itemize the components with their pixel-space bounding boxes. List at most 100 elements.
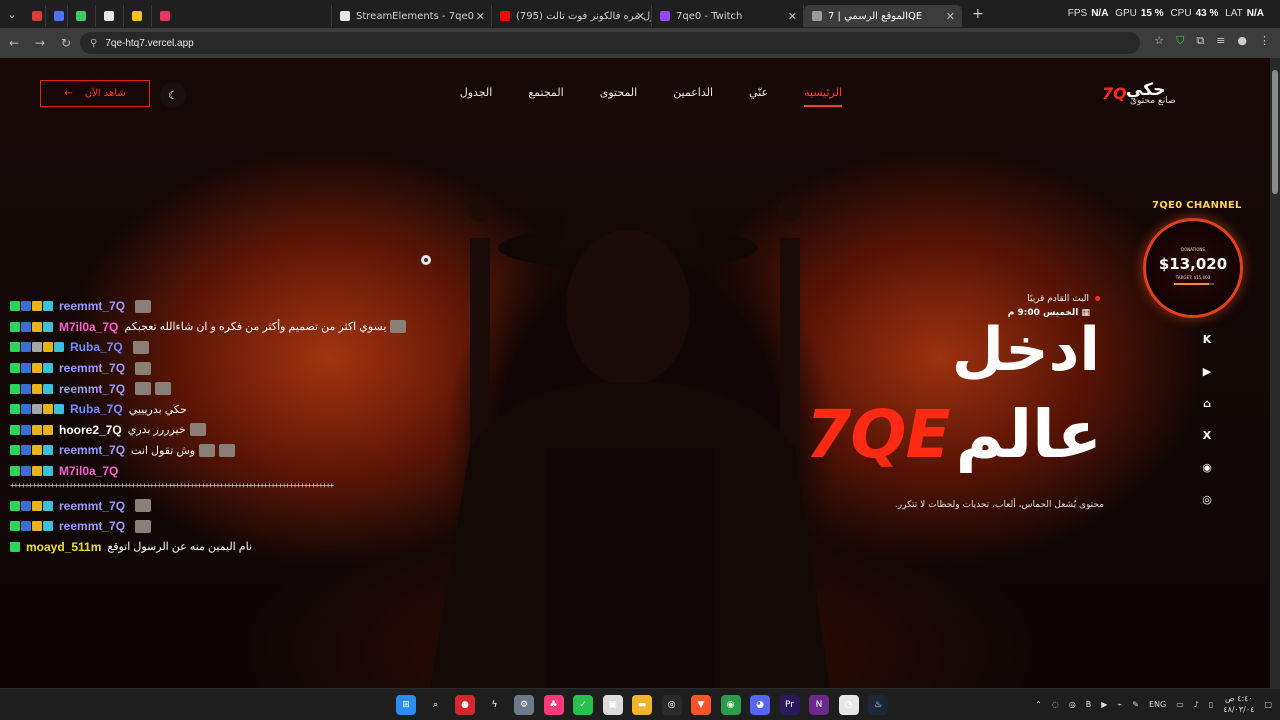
tab-close-icon[interactable]: ✕ bbox=[476, 10, 485, 23]
chat-badge-icon bbox=[43, 445, 53, 456]
brave-icon[interactable]: ▼ bbox=[691, 695, 711, 715]
tab-close-icon[interactable]: ✕ bbox=[788, 10, 797, 23]
chat-message: reemmt_7Q bbox=[10, 358, 430, 379]
nav-link[interactable]: المحتوى bbox=[600, 86, 637, 107]
chat-emote-icon bbox=[390, 320, 407, 334]
tray-app-icon[interactable]: ◌ bbox=[1052, 700, 1059, 709]
extensions-icon[interactable]: ⧉ bbox=[1196, 34, 1204, 48]
tab-favicon-icon bbox=[132, 11, 142, 21]
chat-badge-icon bbox=[43, 404, 53, 415]
youtube-icon[interactable]: ▶ bbox=[1198, 362, 1216, 380]
obs-icon[interactable]: ◎ bbox=[661, 695, 682, 715]
site-info-icon[interactable]: ⚲ bbox=[90, 38, 97, 49]
app-pink-icon[interactable]: ♣ bbox=[543, 695, 564, 715]
tray-play-icon[interactable]: ▶ bbox=[1101, 700, 1107, 709]
bookmark-star-icon[interactable]: ☆ bbox=[1154, 34, 1164, 48]
nav-link[interactable]: عنّي bbox=[749, 86, 768, 107]
instagram-icon[interactable]: ◎ bbox=[1198, 490, 1216, 508]
app-red-icon[interactable]: ● bbox=[455, 695, 475, 715]
nav-link[interactable]: الداعمين bbox=[673, 86, 713, 107]
browser-tab[interactable]: الموقع الرسمي | 7QE ✕ bbox=[804, 5, 962, 27]
hero-figure-image bbox=[430, 169, 830, 688]
app-circle-icon[interactable]: ◔ bbox=[838, 695, 859, 715]
reload-icon[interactable]: ↻ bbox=[54, 36, 78, 50]
chat-badge-icon bbox=[21, 363, 31, 374]
browser-tab[interactable] bbox=[68, 5, 96, 27]
chat-badge-icon bbox=[10, 500, 20, 511]
steam-icon[interactable]: ♨ bbox=[868, 695, 888, 715]
chat-badge-icon bbox=[32, 500, 42, 511]
language-indicator[interactable]: ENG bbox=[1149, 700, 1166, 709]
profile-avatar[interactable]: ● bbox=[1237, 34, 1247, 48]
kick-icon[interactable]: K bbox=[1198, 330, 1216, 348]
tray-app-icon-2[interactable]: ◎ bbox=[1069, 700, 1076, 709]
tab-search-icon[interactable]: ⌄ bbox=[0, 4, 24, 24]
clock[interactable]: ٤:٤٠ ص ٤٨/٠٣/٠٤ bbox=[1223, 693, 1254, 715]
browser-tab[interactable] bbox=[24, 5, 46, 27]
hero-word: عالم bbox=[955, 396, 1102, 473]
chat-badge-icon bbox=[43, 342, 53, 353]
discord-icon[interactable]: ◕ bbox=[750, 695, 770, 715]
tab-close-icon[interactable]: ✕ bbox=[636, 10, 645, 23]
chat-username: reemmt_7Q bbox=[59, 381, 126, 396]
chat-text: نام اليمين منه عن الرسول اتوقع bbox=[107, 541, 253, 554]
browser-tab[interactable]: StreamElements - 7qe0 ✕ bbox=[332, 5, 492, 27]
nav-link[interactable]: الرئيسية bbox=[804, 86, 842, 107]
browser-tab[interactable] bbox=[152, 5, 332, 27]
tray-usb-icon[interactable]: ⌁ bbox=[1117, 700, 1122, 709]
settings-icon[interactable]: ⚙ bbox=[514, 695, 534, 715]
new-tab-button[interactable]: + bbox=[972, 6, 984, 22]
forward-icon[interactable]: → bbox=[28, 36, 52, 50]
tray-pen-icon[interactable]: ✎ bbox=[1132, 700, 1139, 709]
battery-icon[interactable]: ▯ bbox=[1209, 700, 1213, 709]
site-logo[interactable]: 7Q حكي صانع محتوى bbox=[1102, 80, 1192, 108]
chat-message: Ruba_7Q bbox=[10, 337, 430, 358]
chat-badge-icon bbox=[10, 445, 20, 456]
discord-icon[interactable]: ◉ bbox=[1198, 458, 1216, 476]
start-icon[interactable]: ⊞ bbox=[396, 695, 416, 715]
chrome-icon[interactable]: ◉ bbox=[720, 695, 741, 715]
premiere-icon[interactable]: Pr bbox=[779, 695, 800, 715]
donation-amount: $13,020 bbox=[1158, 255, 1228, 273]
app-green-icon[interactable]: ✓ bbox=[573, 695, 593, 715]
twitch-icon[interactable]: ⌂ bbox=[1198, 394, 1216, 412]
app-bolt-icon[interactable]: ϟ bbox=[484, 695, 505, 715]
address-bar[interactable]: ⚲ 7qe-htq7.vercel.app bbox=[80, 32, 1140, 54]
theme-toggle-button[interactable]: ☾ bbox=[160, 82, 186, 108]
scrollbar-thumb[interactable] bbox=[1272, 70, 1278, 194]
notification-icon[interactable]: ▢ bbox=[1264, 700, 1272, 709]
folder-icon[interactable]: ▬ bbox=[632, 695, 652, 715]
chat-badge-icon bbox=[21, 500, 31, 511]
website-hero: ☾ ← شاهد الآن الرئيسية عنّي الداعمين المحتو… bbox=[0, 58, 1270, 688]
browser-tab[interactable]: (795) لاول مره فالكونر فوت تالت !✕ bbox=[492, 5, 652, 27]
x-icon[interactable]: X bbox=[1198, 426, 1216, 444]
vpn-shield-icon[interactable]: ⛉ bbox=[1176, 34, 1184, 48]
browser-tab[interactable] bbox=[96, 5, 124, 27]
browser-tab[interactable]: 7qe0 - Twitch ✕ bbox=[652, 5, 804, 27]
tray-chevron-icon[interactable]: ⌃ bbox=[1035, 700, 1042, 709]
chat-badge-icon bbox=[32, 321, 42, 332]
app-white-icon[interactable]: ▣ bbox=[602, 695, 623, 715]
volume-icon[interactable]: ♪ bbox=[1194, 700, 1199, 709]
chat-badge-icon bbox=[32, 445, 42, 456]
chat-text: يسوي اكثر من تصميم وأكثر من فكره و ان شا… bbox=[124, 321, 387, 334]
media-icon[interactable]: ≡ bbox=[1216, 34, 1225, 48]
tab-close-icon[interactable]: ✕ bbox=[946, 10, 955, 23]
tray-b-icon[interactable]: B bbox=[1086, 700, 1092, 709]
social-links: K ▶ ⌂ X ◉ ◎ bbox=[1198, 330, 1216, 508]
network-icon[interactable]: ▭ bbox=[1176, 700, 1184, 709]
browser-tab[interactable] bbox=[124, 5, 152, 27]
menu-icon[interactable]: ⋮ bbox=[1259, 34, 1270, 48]
search-icon[interactable]: ⌕ bbox=[425, 695, 446, 715]
chat-message: hoore2_7Q خيرررر بدري bbox=[10, 420, 430, 441]
nav-link[interactable]: المجتمع bbox=[528, 86, 563, 107]
page-scrollbar[interactable] bbox=[1270, 58, 1280, 688]
browser-tab[interactable] bbox=[46, 5, 68, 27]
next-icon[interactable]: N bbox=[809, 695, 829, 715]
nav-link[interactable]: الجدول bbox=[460, 86, 493, 107]
upcoming-stream-label: البث القادم قريبًا bbox=[1027, 294, 1100, 304]
chat-badge-icon bbox=[21, 404, 31, 415]
back-icon[interactable]: ← bbox=[2, 36, 26, 50]
chat-emote-icon bbox=[135, 519, 152, 533]
watch-now-button[interactable]: ← شاهد الآن bbox=[40, 80, 150, 107]
